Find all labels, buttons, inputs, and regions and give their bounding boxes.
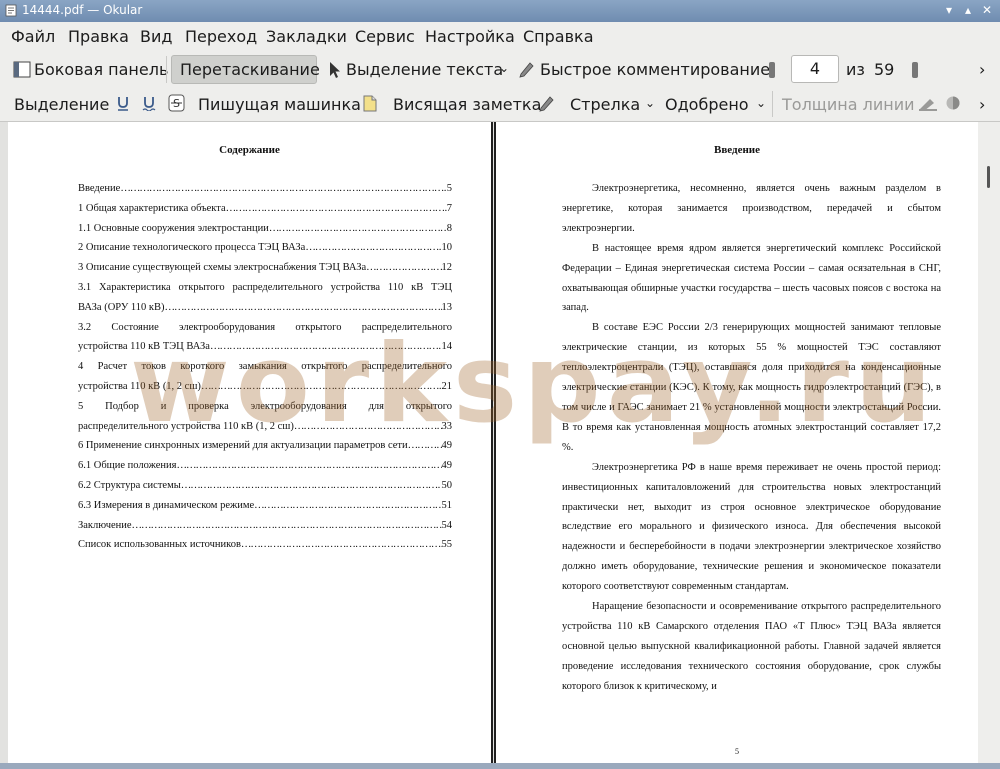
toc-entry: 6.2 Структура системы50 xyxy=(78,476,452,496)
page-total-label: 59 xyxy=(874,60,895,79)
toc-entry: Заключение54 xyxy=(78,516,452,536)
menu-tools[interactable]: Сервис xyxy=(355,27,415,46)
menu-bookmarks[interactable]: Закладки xyxy=(266,27,347,46)
paragraph: Электроэнергетика РФ в наше время пережи… xyxy=(562,461,941,593)
vertical-scrollbar[interactable] xyxy=(978,122,1000,763)
toc-entry: ВАЗа (ОРУ 110 кВ)13 xyxy=(78,298,452,318)
toolbar2-overflow-chevron-icon[interactable]: › xyxy=(979,95,985,114)
underline-icon[interactable] xyxy=(116,95,130,111)
toc-entry: Введение5 xyxy=(78,179,452,199)
approved-chevron-down-icon[interactable]: ⌄ xyxy=(756,96,766,110)
menu-edit[interactable]: Правка xyxy=(68,27,129,46)
page-number-input[interactable]: 4 xyxy=(791,55,839,83)
paragraph: Электроэнергетика, несомненно, является … xyxy=(562,183,941,234)
bottom-border xyxy=(0,763,1000,769)
previous-page-icon[interactable] xyxy=(768,61,776,79)
okular-app-icon xyxy=(5,4,17,17)
arrow-chevron-down-icon[interactable]: ⌄ xyxy=(645,96,655,110)
strikeout-icon[interactable]: S xyxy=(168,94,185,112)
toolbar-separator-2 xyxy=(772,91,773,117)
typewriter-button[interactable]: Пишущая машинка xyxy=(198,95,361,114)
comment-pen-icon xyxy=(519,62,534,78)
sticky-note-button[interactable]: Висящая заметка xyxy=(393,95,541,114)
toc-entry: 3 Описание существующей схемы электросна… xyxy=(78,258,452,278)
scrollbar-handle[interactable] xyxy=(987,166,990,188)
window-title: 14444.pdf — Okular xyxy=(22,3,143,17)
title-bar: 14444.pdf — Okular ▾ ▴ ✕ xyxy=(0,0,1000,22)
document-viewer[interactable]: Содержание Введение5 1 Общая характерист… xyxy=(0,122,1000,763)
toolbar-overflow-chevron-icon[interactable]: › xyxy=(979,60,985,79)
toc-entry-line: 3.1 Характеристика открытого распределит… xyxy=(78,281,452,293)
main-toolbar: Боковая панель Перетаскивание Выделение … xyxy=(0,52,1000,87)
next-page-icon[interactable] xyxy=(911,61,919,79)
cursor-icon xyxy=(330,62,340,78)
toc-entry: 6.1 Общие положения49 xyxy=(78,456,452,476)
squiggly-underline-icon[interactable] xyxy=(142,95,156,111)
menu-bar: Файл Правка Вид Переход Закладки Сервис … xyxy=(0,22,1000,53)
arrow-button[interactable]: Стрелка xyxy=(570,95,640,114)
toc-entry: 2 Описание технологического процесса ТЭЦ… xyxy=(78,238,452,258)
annotation-toolbar: Выделение S Пишущая машинка Висящая заме… xyxy=(0,87,1000,122)
text-select-button[interactable]: Выделение текста xyxy=(346,60,503,79)
menu-help[interactable]: Справка xyxy=(523,27,594,46)
menu-view[interactable]: Вид xyxy=(140,27,172,46)
quick-comment-button[interactable]: Быстрое комментирование xyxy=(540,60,770,79)
menu-go[interactable]: Переход xyxy=(185,27,257,46)
arrow-pen-icon xyxy=(539,96,554,112)
drag-button[interactable]: Перетаскивание xyxy=(180,60,320,79)
watermark-text: workspay.ru xyxy=(130,322,938,447)
paragraph: Наращение безопасности и осовременивание… xyxy=(562,601,941,692)
page-of-label: из xyxy=(846,60,865,79)
note-icon xyxy=(363,95,377,112)
menu-file[interactable]: Файл xyxy=(11,27,55,46)
paragraph: В настоящее время ядром является энергет… xyxy=(562,242,941,314)
toc-entry: Список использованных источников55 xyxy=(78,535,452,555)
line-width-button[interactable]: Толщина линии xyxy=(782,95,915,114)
toolbar-separator xyxy=(166,56,167,83)
approved-stamp-button[interactable]: Одобрено xyxy=(665,95,749,114)
sidebar-icon xyxy=(13,61,31,78)
toc-entry: 1 Общая характеристика объекта7 xyxy=(78,199,452,219)
toc-entry: 1.1 Основные сооружения электростанции8 xyxy=(78,219,452,239)
chevron-down-icon[interactable]: ⌄ xyxy=(499,61,509,75)
line-color-icon[interactable] xyxy=(918,95,938,112)
toc-title: Содержание xyxy=(219,144,280,156)
highlight-button[interactable]: Выделение xyxy=(14,95,109,114)
toc-entry: 6.3 Измерения в динамическом режиме51 xyxy=(78,496,452,516)
introduction-title: Введение xyxy=(713,144,761,156)
page-number: 5 xyxy=(735,747,739,756)
minimize-icon[interactable]: ▾ xyxy=(941,2,957,18)
opacity-icon[interactable] xyxy=(945,95,961,111)
sidebar-button[interactable]: Боковая панель xyxy=(34,60,168,79)
menu-settings[interactable]: Настройка xyxy=(425,27,515,46)
close-icon[interactable]: ✕ xyxy=(979,2,995,18)
maximize-icon[interactable]: ▴ xyxy=(960,2,976,18)
